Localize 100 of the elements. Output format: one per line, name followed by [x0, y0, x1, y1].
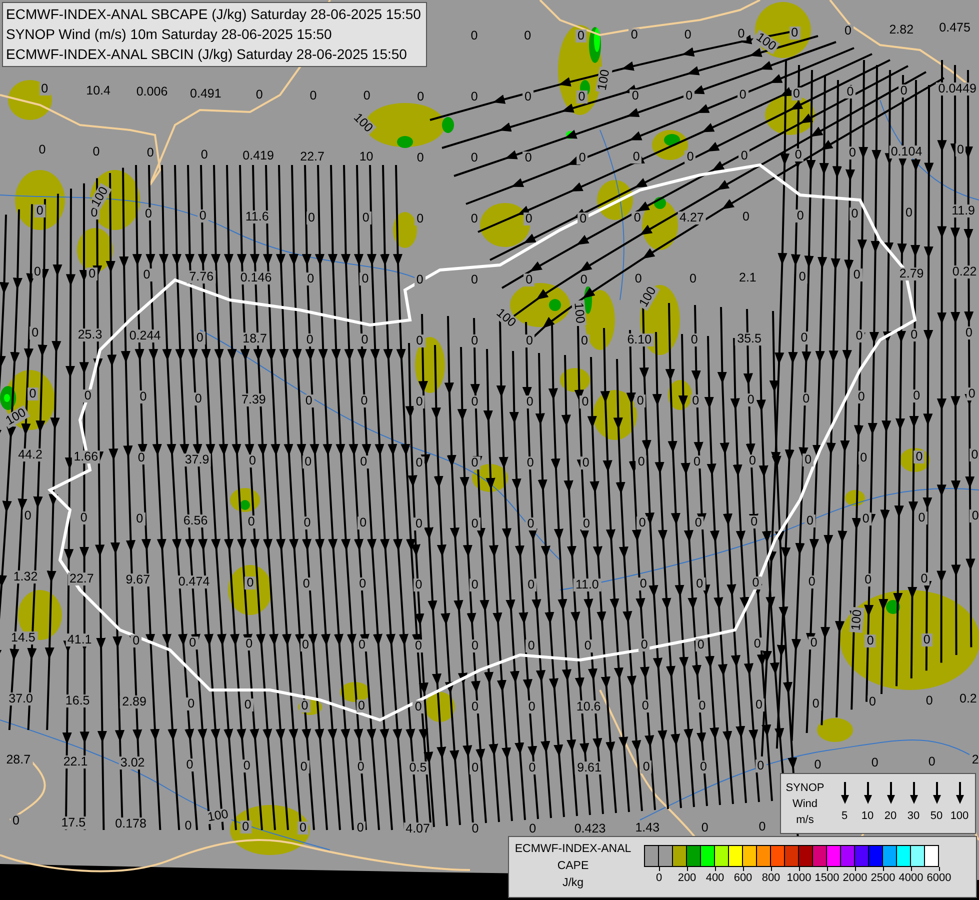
cape-value: 0.146 — [238, 271, 274, 284]
legend-tick-label: 800 — [762, 871, 780, 886]
cape-value: 0 — [844, 86, 856, 99]
cape-area — [817, 718, 853, 742]
cape-value: 0 — [794, 209, 806, 222]
wind-speed-label: 30 — [907, 809, 920, 824]
cape-value: 0 — [414, 212, 426, 226]
cape-value: 0 — [740, 210, 752, 224]
legend-tick-label: 2000 — [842, 871, 868, 886]
cape-value: 0 — [30, 326, 41, 340]
cape-value: 0 — [955, 144, 966, 156]
cape-value: 0 — [576, 29, 586, 42]
cape-value: 0 — [412, 700, 424, 714]
cape-value: 9.61 — [575, 761, 604, 774]
cape-value: 0 — [904, 206, 914, 220]
cape-value: 0 — [576, 151, 588, 164]
cape-value: 0 — [470, 700, 480, 714]
cape-value: 11.6 — [243, 210, 271, 224]
cape-value: 0.423 — [572, 822, 608, 836]
cape-value: 1.43 — [633, 822, 662, 835]
layer-title: SYNOP Wind (m/s) 10m Saturday 28-06-2025 15:50 — [6, 25, 333, 44]
cape-value: 0 — [638, 578, 649, 591]
cape-area — [668, 380, 692, 410]
cape-value: 0 — [469, 334, 480, 348]
cape-value: 0 — [414, 456, 425, 470]
cape-value: 0 — [858, 452, 870, 465]
cape-value: 0 — [468, 152, 480, 164]
cape-value: 0 — [136, 452, 147, 465]
cape-value: 0 — [867, 696, 878, 709]
cape-value: 0 — [186, 697, 197, 710]
cape-value: 0 — [748, 515, 760, 528]
cape-value: 0 — [414, 517, 424, 530]
cape-value: 0 — [308, 89, 319, 102]
legend-label: CAPE — [557, 859, 589, 874]
cape-value: 0 — [254, 88, 265, 102]
cape-value: 25.3 — [76, 328, 104, 342]
cape-value: 0 — [860, 512, 872, 526]
cape-value: 0 — [851, 268, 862, 282]
cape-value: 0.5 — [407, 761, 429, 774]
high-cape-area — [549, 299, 561, 311]
layer-title: ECMWF-INDEX-ANAL SBCAPE (J/kg) Saturday 28-06-2025 15:50 — [6, 5, 421, 24]
cape-value: 0 — [692, 455, 702, 468]
cape-value: 0 — [414, 395, 425, 408]
cape-value: 0 — [796, 270, 808, 284]
wind-arrow-icon — [840, 782, 850, 804]
high-cape-area — [664, 134, 680, 146]
cape-value: 2.89 — [120, 696, 148, 709]
peak-cape-area — [566, 131, 574, 139]
cape-value: 0 — [738, 149, 750, 162]
cape-value: 0 — [144, 146, 156, 160]
cape-value: 0 — [355, 760, 366, 774]
cape-value: 0.474 — [176, 575, 212, 588]
cape-value: 0 — [360, 212, 372, 225]
cape-value: 0 — [802, 453, 814, 466]
high-cape-area — [654, 197, 666, 209]
high-cape-area — [886, 600, 900, 614]
cape-value: 28.7 — [4, 754, 33, 766]
cape-value: 0 — [630, 150, 642, 164]
cape-value: 0 — [469, 518, 480, 530]
cape-value: 0 — [525, 518, 536, 530]
cape-value: 0 — [522, 90, 534, 104]
wind-speed-label: 100 — [950, 809, 969, 824]
cape-value: 14.5 — [9, 632, 38, 644]
cape-value: 0 — [924, 694, 935, 708]
cape-value: 0 — [688, 272, 698, 286]
cape-value: 0 — [736, 27, 747, 40]
cape-value: 0 — [804, 514, 816, 528]
wind-arrow-icon — [886, 782, 896, 804]
cape-value: 1.32 — [11, 570, 40, 584]
cape-value: 0 — [526, 640, 537, 652]
cape-value: 0.491 — [188, 87, 224, 100]
cape-value: 0 — [198, 148, 210, 162]
high-cape-area — [584, 286, 592, 314]
legend-tick-label: 6000 — [926, 871, 952, 886]
legend-label: J/kg — [562, 876, 584, 891]
cape-value: 0 — [756, 820, 768, 834]
cape-value: 0 — [692, 516, 704, 530]
cape-value: 0 — [754, 698, 764, 712]
cape-value: 0 — [522, 30, 534, 42]
cape-value: 0 — [90, 145, 102, 158]
peak-cape-area — [4, 394, 10, 402]
cape-value: 0 — [39, 82, 50, 96]
cape-area — [642, 200, 678, 250]
cape-value: 0 — [134, 512, 146, 526]
cape-value: 0.0449 — [936, 82, 978, 96]
cape-value: 0 — [632, 272, 644, 286]
cape-value: 0 — [638, 638, 650, 652]
cape-value: 0 — [414, 151, 426, 164]
cape-value: 0 — [630, 90, 641, 103]
wind-arrow-icon — [908, 782, 918, 804]
cape-value: 0 — [640, 760, 652, 774]
legend-label: Wind — [792, 796, 818, 812]
cape-value: 0 — [358, 394, 370, 408]
cape-value: 0 — [354, 822, 366, 835]
cape-value: 0 — [526, 578, 537, 592]
cape-area — [415, 337, 445, 393]
cape-area — [340, 682, 370, 702]
legend-label: m/s — [796, 812, 814, 828]
cape-value: 0 — [469, 578, 480, 592]
cape-value: 0 — [914, 450, 925, 464]
